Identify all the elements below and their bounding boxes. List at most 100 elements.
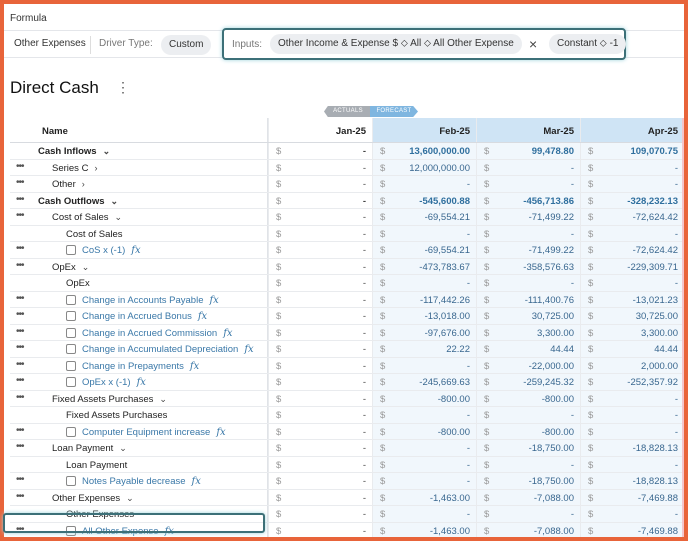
row-checkbox[interactable]: [66, 360, 76, 371]
row-label[interactable]: OpEx x (-1) fx: [82, 377, 146, 388]
value-cell[interactable]: $ -: [268, 225, 372, 241]
value-cell[interactable]: $ -: [268, 176, 372, 192]
chevron-down-icon[interactable]: ⌄: [115, 212, 123, 222]
value-cell[interactable]: $30,725.00: [476, 308, 580, 324]
table-row[interactable]: ••• Change in Accounts Payable fx $ - $ -117,4…: [10, 291, 684, 308]
value-cell[interactable]: $ -: [580, 176, 684, 192]
value-cell[interactable]: $ -: [580, 159, 684, 175]
row-checkbox[interactable]: [66, 327, 76, 338]
row-menu-icon[interactable]: •••: [16, 210, 24, 221]
value-cell[interactable]: $ -: [372, 357, 476, 373]
row-checkbox[interactable]: [66, 426, 76, 437]
row-menu-icon[interactable]: •••: [16, 474, 24, 485]
row-checkbox[interactable]: [66, 377, 76, 387]
value-cell[interactable]: $ -: [580, 506, 684, 522]
row-checkbox[interactable]: [66, 525, 76, 536]
table-row[interactable]: ••• Change in Prepayments fx $ - $ - $ -22,000.0…: [10, 357, 684, 374]
table-row[interactable]: ••• Change in Accumulated Depreciation fx $…: [10, 341, 684, 358]
row-label[interactable]: All Other Expense fx: [82, 526, 174, 537]
formula-fx-icon[interactable]: fx: [190, 361, 199, 372]
chevron-down-icon[interactable]: ⌄: [159, 394, 167, 404]
value-cell[interactable]: $109,070.75: [580, 143, 684, 159]
value-cell[interactable]: $ -800.00: [476, 390, 580, 406]
table-row[interactable]: Other Expenses $ - $ - $ - $ -: [10, 506, 684, 523]
row-checkbox[interactable]: [66, 294, 76, 305]
row-menu-icon[interactable]: •••: [16, 425, 24, 436]
value-cell[interactable]: $ -473,783.67: [372, 258, 476, 274]
formula-fx-icon[interactable]: fx: [209, 295, 218, 306]
row-label[interactable]: CoS x (-1) fx: [82, 245, 141, 256]
table-row[interactable]: ••• CoS x (-1) fx $ - $ -69,554.21 $ -71,499.22 $…: [10, 242, 684, 259]
value-cell[interactable]: $ -: [580, 225, 684, 241]
chevron-right-icon[interactable]: ›: [82, 179, 85, 189]
table-row[interactable]: ••• Other › $ - $ - $ - $ -: [10, 176, 684, 193]
value-cell[interactable]: $ -71,499.22: [476, 209, 580, 225]
row-menu-icon[interactable]: •••: [16, 194, 24, 205]
value-cell[interactable]: $ -: [268, 324, 372, 340]
table-row[interactable]: ••• Series C › $ - $12,000,000.00 $ - $ -: [10, 159, 684, 176]
chevron-down-icon[interactable]: ⌄: [119, 443, 127, 453]
value-cell[interactable]: $2,000.00: [580, 357, 684, 373]
close-icon[interactable]: ×: [529, 36, 537, 52]
value-cell[interactable]: $44.44: [580, 341, 684, 357]
value-cell[interactable]: $ -: [580, 423, 684, 439]
value-cell[interactable]: $ -18,828.13: [580, 473, 684, 489]
value-cell[interactable]: $ -: [580, 390, 684, 406]
value-cell[interactable]: $ -: [372, 407, 476, 423]
formula-fx-icon[interactable]: fx: [131, 245, 140, 256]
table-row[interactable]: Cash Inflows ⌄ $ - $13,600,000.00 $99,478.80 $…: [10, 143, 684, 160]
value-cell[interactable]: $ -: [268, 242, 372, 258]
formula-fx-icon[interactable]: fx: [192, 476, 201, 487]
value-cell[interactable]: $ -: [476, 225, 580, 241]
value-cell[interactable]: $ -: [372, 473, 476, 489]
row-checkbox[interactable]: [66, 476, 76, 486]
value-cell[interactable]: $ -: [268, 209, 372, 225]
row-label[interactable]: Notes Payable decrease fx: [82, 476, 201, 487]
value-cell[interactable]: $ -: [372, 225, 476, 241]
value-cell[interactable]: $30,725.00: [580, 308, 684, 324]
table-row[interactable]: ••• OpEx ⌄ $ - $ -473,783.67 $ -358,576.63 $ -229,…: [10, 258, 684, 275]
value-cell[interactable]: $ -: [476, 407, 580, 423]
row-menu-icon[interactable]: •••: [16, 293, 24, 304]
row-label[interactable]: Change in Accrued Commission fx: [82, 328, 233, 339]
value-cell[interactable]: $ -: [476, 506, 580, 522]
formula-fx-icon[interactable]: fx: [165, 526, 174, 537]
value-cell[interactable]: $ -: [268, 374, 372, 390]
formula-fx-icon[interactable]: fx: [198, 311, 207, 322]
chevron-down-icon[interactable]: ⌄: [82, 262, 90, 272]
value-cell[interactable]: $ -245,669.63: [372, 374, 476, 390]
value-cell[interactable]: $ -13,021.23: [580, 291, 684, 307]
value-cell[interactable]: $ -117,442.26: [372, 291, 476, 307]
row-label[interactable]: Change in Prepayments fx: [82, 361, 199, 372]
row-label[interactable]: Change in Accrued Bonus fx: [82, 311, 207, 322]
value-cell[interactable]: $ -69,554.21: [372, 209, 476, 225]
chevron-down-icon[interactable]: ⌄: [103, 146, 111, 156]
value-cell[interactable]: $ -: [268, 159, 372, 175]
value-cell[interactable]: $ -: [268, 506, 372, 522]
row-menu-icon[interactable]: •••: [16, 342, 24, 353]
table-row[interactable]: ••• Cash Outflows ⌄ $ - $ -545,600.88 $ -456,713…: [10, 192, 684, 209]
table-row[interactable]: ••• All Other Expense fx $ - $ -1,463.00 $ -7,08…: [10, 522, 684, 537]
value-cell[interactable]: $ -800.00: [476, 423, 580, 439]
value-cell[interactable]: $ -456,713.86: [476, 192, 580, 208]
row-menu-icon[interactable]: •••: [16, 161, 24, 172]
row-menu-icon[interactable]: •••: [16, 491, 24, 502]
value-cell[interactable]: $ -: [268, 522, 372, 537]
value-cell[interactable]: $ -229,309.71: [580, 258, 684, 274]
value-cell[interactable]: $ -: [268, 291, 372, 307]
input-chip-other-expense[interactable]: Other Income & Expense $ ⬦ All ⬦ All Oth…: [270, 34, 522, 54]
formula-fx-icon[interactable]: fx: [223, 328, 232, 339]
formula-fx-icon[interactable]: fx: [137, 377, 146, 388]
value-cell[interactable]: $ -: [476, 159, 580, 175]
value-cell[interactable]: $ -: [268, 423, 372, 439]
value-cell[interactable]: $ -7,088.00: [476, 522, 580, 537]
row-checkbox[interactable]: [66, 344, 76, 354]
value-cell[interactable]: $ -: [580, 275, 684, 291]
value-cell[interactable]: $12,000,000.00: [372, 159, 476, 175]
value-cell[interactable]: $ -800.00: [372, 423, 476, 439]
formula-inputs-editor[interactable]: Inputs: Other Income & Expense $ ⬦ All ⬦…: [222, 28, 627, 60]
formula-fx-icon[interactable]: fx: [244, 344, 253, 355]
value-cell[interactable]: $22.22: [372, 341, 476, 357]
chevron-down-icon[interactable]: ⌄: [111, 196, 119, 206]
table-row[interactable]: ••• Notes Payable decrease fx $ - $ - $ -18,750.…: [10, 473, 684, 490]
